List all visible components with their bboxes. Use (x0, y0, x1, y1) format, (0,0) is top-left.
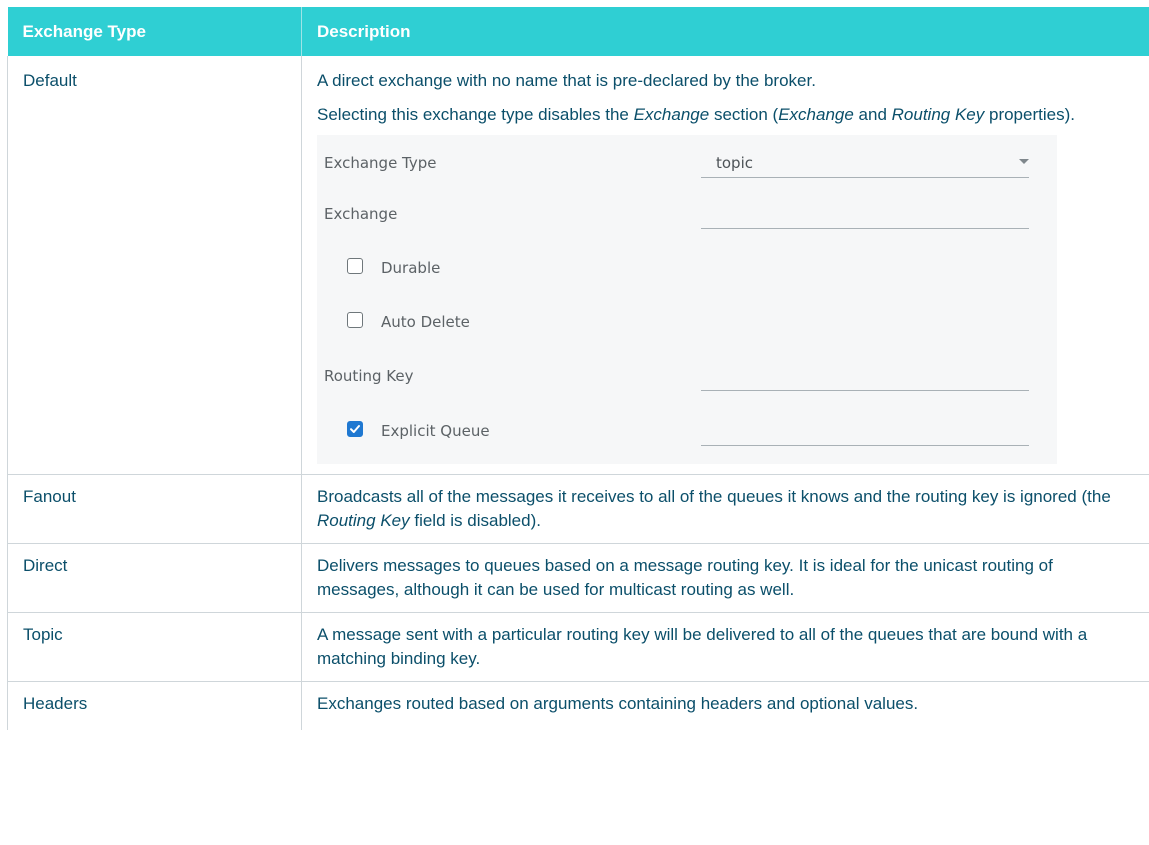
table-row: Fanout Broadcasts all of the messages it… (7, 474, 1149, 544)
exchange-type-dropdown[interactable]: topic (701, 147, 1029, 178)
exchange-label: Exchange (324, 205, 398, 223)
column-header-description: Description (301, 7, 1149, 56)
table-row: Direct Delivers messages to queues based… (7, 543, 1149, 613)
description-cell: A message sent with a particular routing… (301, 612, 1149, 682)
description-cell: Delivers messages to queues based on a m… (301, 543, 1149, 613)
description-cell: Exchanges routed based on arguments cont… (301, 681, 1149, 730)
description-text: Selecting this exchange type disables th… (317, 105, 1075, 124)
table-row: Topic A message sent with a particular r… (7, 612, 1149, 682)
auto-delete-checkbox-row[interactable]: Auto Delete (317, 306, 1057, 336)
exchange-type-cell: Default (7, 56, 302, 475)
routing-key-label: Routing Key (324, 367, 414, 385)
exchange-type-cell: Topic (7, 612, 302, 682)
description-text: A direct exchange with no name that is p… (317, 71, 816, 90)
auto-delete-label: Auto Delete (381, 313, 470, 331)
exchange-type-row: Exchange Type topic (317, 147, 1057, 178)
explicit-queue-row: Explicit Queue (317, 415, 1057, 446)
table-row: Headers Exchanges routed based on argume… (7, 681, 1149, 730)
exchange-row: Exchange (317, 198, 1057, 229)
explicit-queue-input[interactable] (701, 415, 1029, 446)
routing-key-row: Routing Key (317, 360, 1057, 391)
durable-checkbox[interactable] (347, 258, 363, 274)
dropdown-caret-icon (1019, 159, 1029, 164)
exchange-types-table: Exchange Type Description Default A dire… (7, 7, 1149, 730)
exchange-type-cell: Direct (7, 543, 302, 613)
description-cell: A direct exchange with no name that is p… (301, 56, 1149, 475)
durable-checkbox-row[interactable]: Durable (317, 252, 1057, 282)
routing-key-input[interactable] (701, 360, 1029, 391)
explicit-queue-checkbox[interactable] (347, 421, 363, 437)
durable-label: Durable (381, 259, 441, 277)
exchange-type-label: Exchange Type (324, 154, 437, 172)
auto-delete-checkbox[interactable] (347, 312, 363, 328)
exchange-type-cell: Headers (7, 681, 302, 730)
exchange-settings-panel: Exchange Type topic Exchange Durable Aut… (317, 135, 1057, 464)
explicit-queue-label: Explicit Queue (381, 422, 490, 440)
table-row: Default A direct exchange with no name t… (7, 56, 1149, 475)
exchange-input[interactable] (701, 198, 1029, 229)
exchange-type-cell: Fanout (7, 474, 302, 544)
description-cell: Broadcasts all of the messages it receiv… (301, 474, 1149, 544)
column-header-exchange-type: Exchange Type (7, 7, 302, 56)
checkmark-icon (350, 425, 360, 433)
table-header-row: Exchange Type Description (7, 7, 1149, 56)
exchange-type-value: topic (716, 154, 753, 172)
